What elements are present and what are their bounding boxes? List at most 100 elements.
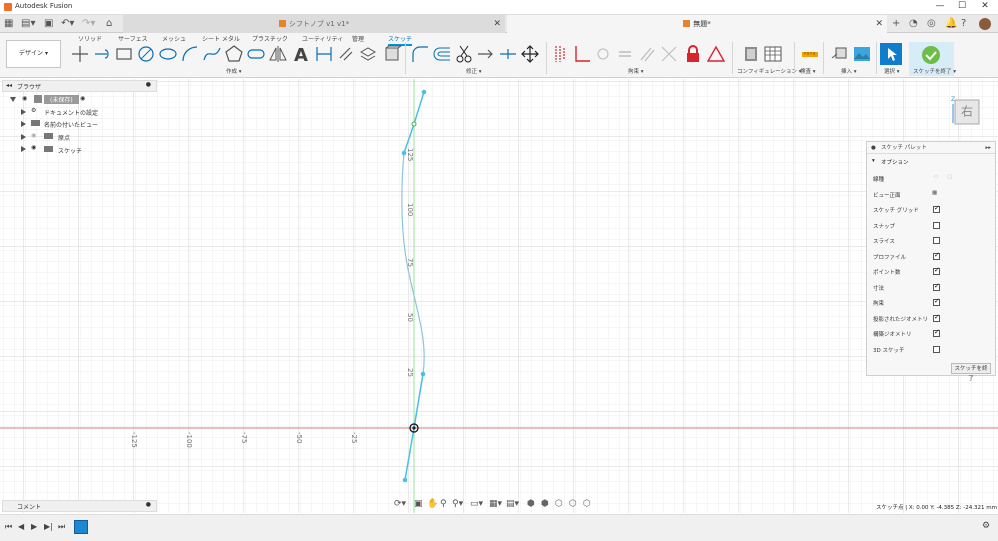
slot-line-icon[interactable] bbox=[92, 44, 112, 64]
rectangle-tool-icon[interactable] bbox=[114, 44, 134, 64]
dimensions-checkbox[interactable] bbox=[933, 282, 940, 291]
browser-root-label[interactable]: (未保存) bbox=[44, 95, 79, 104]
break-tool-icon[interactable] bbox=[498, 44, 518, 64]
construction-line-icon[interactable]: ◁ bbox=[933, 174, 937, 180]
parallel-constraint-icon[interactable] bbox=[637, 44, 657, 64]
finish-sketch-label[interactable]: スケッチを終了 ▾ bbox=[913, 67, 956, 75]
view-cube[interactable]: Z 右 bbox=[949, 95, 981, 127]
timeline-settings-gear-icon[interactable]: ⚙ bbox=[982, 521, 990, 531]
select-tool-icon[interactable] bbox=[880, 43, 902, 65]
redo-icon[interactable]: ↷▾ bbox=[82, 18, 95, 29]
new-tab-icon[interactable]: + bbox=[892, 18, 900, 29]
configure-icon[interactable] bbox=[741, 44, 761, 64]
modify-group-label[interactable]: 修正 ▾ bbox=[466, 67, 482, 75]
look-at-icon[interactable]: ▦ bbox=[932, 190, 937, 196]
snap-checkbox[interactable] bbox=[933, 222, 940, 229]
go-to-start-icon[interactable]: ⏮ bbox=[5, 522, 12, 532]
close-button[interactable]: ✕ bbox=[975, 1, 995, 11]
offset-tool-icon[interactable] bbox=[432, 44, 452, 64]
polygon-tool-icon[interactable] bbox=[224, 44, 244, 64]
trim-tool-icon[interactable] bbox=[454, 44, 474, 64]
projected-geometry-checkbox[interactable] bbox=[933, 313, 940, 322]
arc-tool-icon[interactable] bbox=[180, 44, 200, 64]
undo-icon[interactable]: ↶▾ bbox=[61, 18, 74, 29]
orbit-icon[interactable]: ⟳▾ bbox=[394, 499, 406, 509]
sketch-plane-icon[interactable] bbox=[382, 44, 402, 64]
constraints-checkbox[interactable] bbox=[933, 297, 940, 306]
finish-sketch-button[interactable]: スケッチを終了 bbox=[951, 363, 991, 382]
fillet-tool-icon[interactable] bbox=[410, 44, 430, 64]
slot-tool-icon[interactable] bbox=[246, 44, 266, 64]
expand-icon[interactable] bbox=[21, 109, 26, 115]
pin-icon[interactable]: ● bbox=[146, 501, 151, 508]
step-back-icon[interactable]: ◀ bbox=[18, 522, 24, 531]
close-tab-icon[interactable]: ✕ bbox=[875, 15, 883, 33]
step-forward-icon[interactable]: ▶| bbox=[44, 522, 53, 531]
tab-manage[interactable]: 管理 bbox=[352, 34, 364, 43]
circle-tool-icon[interactable] bbox=[136, 44, 156, 64]
eye-icon[interactable]: ◉ bbox=[22, 95, 27, 102]
cube-view-icon[interactable]: ⬢ bbox=[527, 499, 535, 509]
viewports-icon[interactable]: ▤▾ bbox=[506, 499, 519, 509]
configure-group-label[interactable]: コンフィギュレーション ▾ bbox=[737, 67, 802, 75]
dimension-tool-icon[interactable] bbox=[314, 44, 334, 64]
eye-hidden-icon[interactable]: ◉ bbox=[31, 132, 36, 139]
job-status-icon[interactable]: ◎ bbox=[927, 18, 936, 29]
centerline-icon[interactable]: ▢ bbox=[947, 174, 952, 180]
expand-icon[interactable] bbox=[21, 134, 26, 140]
tab-surface[interactable]: サーフェス bbox=[118, 34, 148, 43]
collinear-constraint-icon[interactable] bbox=[659, 44, 679, 64]
expand-icon[interactable] bbox=[21, 121, 26, 127]
apps-grid-icon[interactable]: ▦ bbox=[4, 18, 13, 29]
ellipse-tool-icon[interactable] bbox=[158, 44, 178, 64]
create-group-label[interactable]: 作成 ▾ bbox=[226, 67, 242, 75]
mirror-tool-icon[interactable] bbox=[268, 44, 288, 64]
insert-group-label[interactable]: 挿入 ▾ bbox=[841, 67, 857, 75]
points-checkbox[interactable] bbox=[933, 266, 940, 275]
comments-panel[interactable]: コメント ● bbox=[2, 500, 157, 512]
sketch-grid-checkbox[interactable] bbox=[933, 204, 940, 213]
expand-icon[interactable] bbox=[21, 146, 26, 152]
warning-triangle-icon[interactable] bbox=[706, 44, 726, 64]
extensions-icon[interactable]: ◔ bbox=[909, 18, 918, 29]
text-tool-icon[interactable]: A bbox=[291, 44, 311, 64]
spline-handle-point[interactable] bbox=[421, 89, 427, 95]
coincident-constraint-icon[interactable] bbox=[593, 44, 613, 64]
sketch-palette-header[interactable]: ● スケッチ パレット ▸▸ bbox=[867, 142, 995, 154]
construction-geometry-checkbox[interactable] bbox=[933, 328, 940, 337]
tab-untitled[interactable]: 無題* ✕ bbox=[507, 15, 887, 33]
inspect-group-label[interactable]: 検査 ▾ bbox=[800, 67, 816, 75]
activate-radio-icon[interactable]: ◉ bbox=[80, 95, 85, 102]
grid-snaps-icon[interactable]: ▦▾ bbox=[489, 499, 502, 509]
user-avatar[interactable] bbox=[979, 18, 991, 30]
notifications-icon[interactable]: 🔔 bbox=[945, 18, 957, 29]
browser-item-sketches[interactable]: スケッチ bbox=[58, 146, 82, 155]
expand-palette-icon[interactable]: ▸▸ bbox=[985, 142, 991, 154]
save-icon[interactable]: ▣ bbox=[44, 18, 53, 29]
constraints-group-label[interactable]: 拘束 ▾ bbox=[628, 67, 644, 75]
collapse-icon[interactable]: ◂◂ bbox=[6, 82, 12, 89]
file-menu-icon[interactable]: ▤▾ bbox=[21, 18, 35, 29]
tab-utilities[interactable]: ユーティリティ bbox=[302, 34, 343, 43]
line-tool-icon[interactable] bbox=[70, 44, 90, 64]
spline-tool-icon[interactable] bbox=[202, 44, 222, 64]
profile-checkbox[interactable] bbox=[933, 251, 940, 260]
sketch-canvas[interactable] bbox=[0, 79, 998, 513]
maximize-button[interactable]: ☐ bbox=[952, 1, 972, 11]
minimize-button[interactable]: — bbox=[930, 1, 950, 11]
cube-view-icon[interactable]: ⬡ bbox=[555, 499, 563, 509]
tab-solid[interactable]: ソリッド bbox=[78, 34, 102, 43]
browser-item-named-views[interactable]: 名前の付いたビュー bbox=[44, 120, 98, 129]
slice-checkbox[interactable] bbox=[933, 237, 940, 244]
configuration-table-icon[interactable] bbox=[763, 44, 783, 64]
fit-icon[interactable]: ⚲▾ bbox=[452, 499, 463, 509]
project-tool-icon[interactable] bbox=[358, 44, 378, 64]
cube-view-icon[interactable]: ⬢ bbox=[541, 499, 549, 509]
pin-icon[interactable]: ● bbox=[146, 81, 151, 88]
finish-sketch-check-icon[interactable] bbox=[921, 45, 941, 65]
look-at-icon[interactable]: ▣ bbox=[414, 499, 423, 509]
insert-image-icon[interactable] bbox=[852, 44, 872, 64]
help-icon[interactable]: ? bbox=[961, 18, 966, 29]
timeline-sketch-feature[interactable] bbox=[74, 520, 88, 534]
equal-constraint-icon[interactable] bbox=[615, 44, 635, 64]
